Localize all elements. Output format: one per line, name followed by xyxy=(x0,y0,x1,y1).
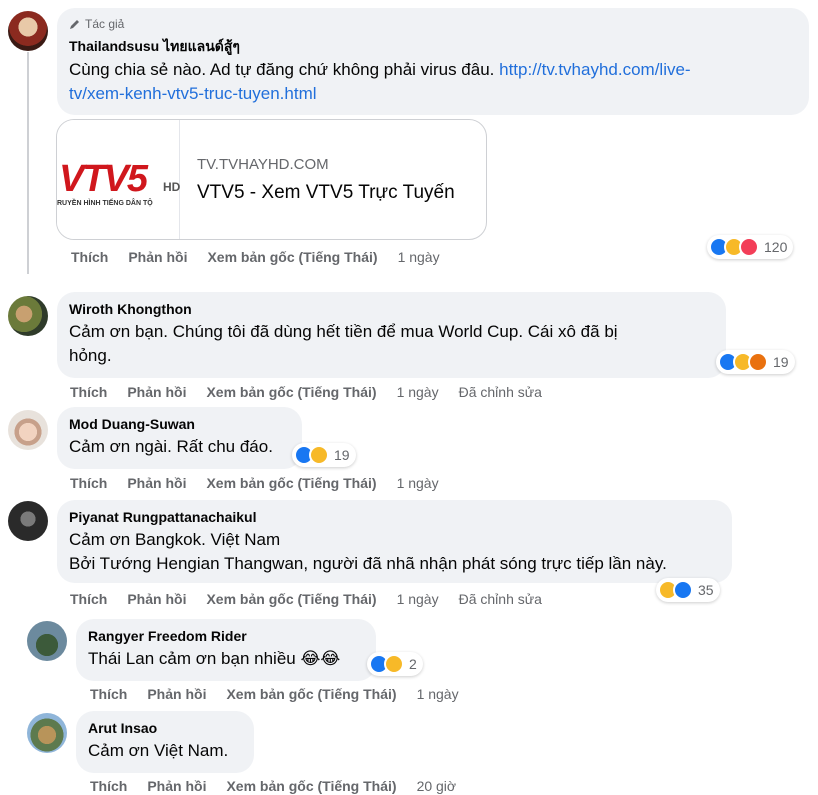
comment-actions: Thích Phản hồi Xem bản gốc (Tiếng Thái) … xyxy=(90,686,479,702)
haha-reaction-icon xyxy=(309,445,329,465)
comment-text: Cảm ơn bạn. Chúng tôi đã dùng hết tiền đ… xyxy=(69,320,714,368)
edited-label[interactable]: Đã chỉnh sửa xyxy=(459,591,542,607)
comment-link-cont[interactable]: tv/xem-kenh-vtv5-truc-tuyen.html xyxy=(69,84,317,103)
see-original-action[interactable]: Xem bản gốc (Tiếng Thái) xyxy=(206,475,376,491)
comment-text: Cùng chia sẻ nào. Ad tự đăng chứ không p… xyxy=(69,58,797,106)
avatar[interactable] xyxy=(8,296,48,336)
reply-action[interactable]: Phản hồi xyxy=(128,249,187,265)
love-reaction-icon xyxy=(739,237,759,257)
see-original-action[interactable]: Xem bản gốc (Tiếng Thái) xyxy=(206,384,376,400)
reaction-summary[interactable]: 19 xyxy=(716,350,795,374)
comment-body: Cùng chia sẻ nào. Ad tự đăng chứ không p… xyxy=(69,60,500,79)
like-action[interactable]: Thích xyxy=(71,249,108,265)
like-action[interactable]: Thích xyxy=(90,778,127,794)
avatar[interactable] xyxy=(8,11,48,51)
comment-author[interactable]: Thailandsusu ไทยแลนด์สู้ๆ xyxy=(69,37,797,55)
author-badge: Tác giả xyxy=(69,16,797,32)
comment-bubble: Tác giả Thailandsusu ไทยแลนด์สู้ๆ Cùng c… xyxy=(57,8,809,115)
comment-text-line: Cảm ơn Bangkok. Việt Nam xyxy=(69,530,281,549)
reply-action[interactable]: Phản hồi xyxy=(147,686,206,702)
reaction-count: 19 xyxy=(773,354,789,370)
reaction-summary[interactable]: 19 xyxy=(292,443,356,467)
reaction-summary[interactable]: 35 xyxy=(656,578,720,602)
reaction-summary[interactable]: 120 xyxy=(707,235,794,259)
link-domain: TV.TVHAYHD.COM xyxy=(197,156,329,173)
link-title[interactable]: VTV5 - Xem VTV5 Trực Tuyến xyxy=(197,182,455,204)
reaction-summary[interactable]: 2 xyxy=(367,652,423,676)
like-reaction-icon xyxy=(673,580,693,600)
comment-author[interactable]: Arut Insao xyxy=(88,719,242,737)
angry-reaction-icon xyxy=(748,352,768,372)
comment-author[interactable]: Mod Duang-Suwan xyxy=(69,415,290,433)
like-action[interactable]: Thích xyxy=(90,686,127,702)
reply-action[interactable]: Phản hồi xyxy=(127,475,186,491)
comment-bubble: Piyanat Rungpattanachaikul Cảm ơn Bangko… xyxy=(57,500,732,583)
vtv5-logo: VTV5 HD RUYỀN HÌNH TIẾNG DÂN TỘ xyxy=(57,158,181,207)
reaction-count: 35 xyxy=(698,582,714,598)
comment-bubble: Mod Duang-Suwan Cảm ơn ngài. Rất chu đáo… xyxy=(57,407,302,469)
comment-time[interactable]: 20 giờ xyxy=(417,778,457,794)
comment-text-line: Bởi Tướng Hengian Thangwan, người đã nhã… xyxy=(69,554,667,573)
reply-action[interactable]: Phản hồi xyxy=(127,591,186,607)
comment-text: Cảm ơn Việt Nam. xyxy=(88,741,229,760)
comment-time[interactable]: 1 ngày xyxy=(397,591,439,607)
reaction-count: 19 xyxy=(334,447,350,463)
comment-actions: Thích Phản hồi Xem bản gốc (Tiếng Thái) … xyxy=(70,384,562,400)
badge-label: Tác giả xyxy=(85,17,125,31)
see-original-action[interactable]: Xem bản gốc (Tiếng Thái) xyxy=(206,591,376,607)
reaction-count: 2 xyxy=(409,656,417,672)
reply-action[interactable]: Phản hồi xyxy=(127,384,186,400)
haha-reaction-icon xyxy=(384,654,404,674)
see-original-action[interactable]: Xem bản gốc (Tiếng Thái) xyxy=(226,686,396,702)
see-original-action[interactable]: Xem bản gốc (Tiếng Thái) xyxy=(226,778,396,794)
comment-time[interactable]: 1 ngày xyxy=(417,686,459,702)
comment-time[interactable]: 1 ngày xyxy=(398,249,440,265)
edited-label[interactable]: Đã chỉnh sửa xyxy=(459,384,542,400)
comment-text-line: hỏng. xyxy=(69,346,112,365)
comment-text: Cảm ơn ngài. Rất chu đáo. xyxy=(69,437,273,456)
like-action[interactable]: Thích xyxy=(70,475,107,491)
comment-actions: Thích Phản hồi Xem bản gốc (Tiếng Thái) … xyxy=(90,778,476,794)
reply-bubble: Rangyer Freedom Rider Thái Lan cảm ơn bạ… xyxy=(76,619,376,681)
link-thumbnail: VTV5 HD RUYỀN HÌNH TIẾNG DÂN TỘ xyxy=(57,120,181,239)
comment-actions: Thích Phản hồi Xem bản gốc (Tiếng Thái) … xyxy=(70,591,562,607)
comment-text-line: Cảm ơn bạn. Chúng tôi đã dùng hết tiền đ… xyxy=(69,322,618,341)
avatar[interactable] xyxy=(27,621,67,661)
comment-link[interactable]: http://tv.tvhayhd.com/live- xyxy=(499,60,690,79)
comment-text: Thái Lan cảm ơn bạn nhiều 😂😂 xyxy=(88,649,341,668)
pencil-icon xyxy=(70,20,79,29)
avatar[interactable] xyxy=(8,501,48,541)
link-preview-card[interactable]: VTV5 HD RUYỀN HÌNH TIẾNG DÂN TỘ TV.TVHAY… xyxy=(56,119,487,240)
reaction-count: 120 xyxy=(764,239,788,255)
comment-time[interactable]: 1 ngày xyxy=(397,475,439,491)
like-action[interactable]: Thích xyxy=(70,591,107,607)
comment-bubble: Wiroth Khongthon Cảm ơn bạn. Chúng tôi đ… xyxy=(57,292,726,378)
comment-author[interactable]: Wiroth Khongthon xyxy=(69,300,714,318)
reply-bubble: Arut Insao Cảm ơn Việt Nam. xyxy=(76,711,254,773)
comment-actions: Thích Phản hồi Xem bản gốc (Tiếng Thái) … xyxy=(71,249,460,265)
reply-action[interactable]: Phản hồi xyxy=(147,778,206,794)
comment-actions: Thích Phản hồi Xem bản gốc (Tiếng Thái) … xyxy=(70,475,459,491)
see-original-action[interactable]: Xem bản gốc (Tiếng Thái) xyxy=(207,249,377,265)
comment-time[interactable]: 1 ngày xyxy=(397,384,439,400)
like-action[interactable]: Thích xyxy=(70,384,107,400)
avatar[interactable] xyxy=(27,713,67,753)
comment-author[interactable]: Piyanat Rungpattanachaikul xyxy=(69,508,720,526)
avatar[interactable] xyxy=(8,410,48,450)
thread-line xyxy=(27,52,29,274)
comment-text: Cảm ơn Bangkok. Việt Nam Bởi Tướng Hengi… xyxy=(69,528,720,576)
comment-author[interactable]: Rangyer Freedom Rider xyxy=(88,627,364,645)
